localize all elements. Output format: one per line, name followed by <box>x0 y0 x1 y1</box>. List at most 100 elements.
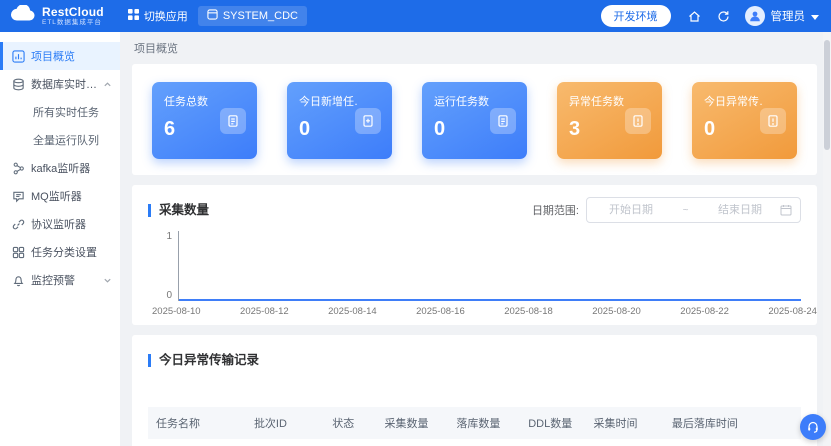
x-tick-label: 2025-08-18 <box>504 306 553 317</box>
scrollbar[interactable] <box>823 32 831 446</box>
chart-panel: 采集数量 日期范围: ~ 10 <box>132 185 817 325</box>
breadcrumb: 项目概览 <box>134 40 817 56</box>
start-date-input[interactable] <box>595 204 667 216</box>
stats-cards: 任务总数6 今日新增任…0 运行任务数0 异常任务数3 今日异常传…0 <box>152 82 797 159</box>
stat-label: 运行任务数 <box>434 93 492 109</box>
sidebar-item-db-realtime-tasks[interactable]: 数据库实时任务 <box>0 70 120 98</box>
sidebar-item-mq-listener[interactable]: MQ监听器 <box>0 182 120 210</box>
plot-area <box>178 231 801 301</box>
sidebar-item-full-run-queue[interactable]: 全量运行队列 <box>0 126 120 154</box>
column-header: 采集时间 <box>585 407 663 439</box>
category-grid-icon <box>12 246 25 259</box>
top-header: RestCloud ETL数据集成平台 切换应用 SYSTEM_CDC 开发环境 <box>0 0 831 32</box>
app-window-icon <box>207 9 218 23</box>
stats-panel: 任务总数6 今日新增任…0 运行任务数0 异常任务数3 今日异常传…0 <box>132 64 817 175</box>
stat-card: 任务总数6 <box>152 82 257 159</box>
records-table: 任务名称批次ID状态采集数量落库数量DDL数量采集时间最后落库时间 <box>148 407 801 446</box>
database-icon <box>12 78 25 91</box>
doc-alert-icon <box>760 108 786 134</box>
system-label: SYSTEM_CDC <box>223 10 298 22</box>
x-tick-label: 2025-08-10 <box>152 306 201 317</box>
floating-service-button[interactable] <box>800 414 826 440</box>
stat-card: 今日异常传…0 <box>692 82 797 159</box>
table-body <box>148 439 801 446</box>
column-header: 状态 <box>324 407 376 439</box>
chevron-down-icon <box>103 276 112 285</box>
refresh-icon[interactable] <box>716 9 731 24</box>
sidebar-item-label: 协议监听器 <box>31 216 86 232</box>
stat-label: 异常任务数 <box>569 93 627 109</box>
series-line <box>179 299 801 301</box>
x-tick-label: 2025-08-20 <box>592 306 641 317</box>
sidebar-item-protocol-listener[interactable]: 协议监听器 <box>0 210 120 238</box>
table-header-row: 任务名称批次ID状态采集数量落库数量DDL数量采集时间最后落库时间 <box>148 407 801 439</box>
column-header: 批次ID <box>246 407 324 439</box>
bell-icon <box>12 274 25 287</box>
sidebar-item-label: kafka监听器 <box>31 160 90 176</box>
x-tick-label: 2025-08-24 <box>768 306 817 317</box>
brand: RestCloud ETL数据集成平台 <box>10 5 104 27</box>
column-header: DDL数量 <box>520 407 585 439</box>
avatar <box>745 6 765 26</box>
line-chart: 10 2025-08-102025-08-122025-08-142025-08… <box>148 231 801 317</box>
table-panel-header: 今日异常传输记录 <box>148 347 801 373</box>
date-range-input[interactable]: ~ <box>586 197 801 223</box>
app-window: RestCloud ETL数据集成平台 切换应用 SYSTEM_CDC 开发环境 <box>0 0 831 446</box>
chart-panel-header: 采集数量 日期范围: ~ <box>148 197 801 223</box>
sidebar-item-label: 监控预警 <box>31 272 75 288</box>
grid-icon <box>128 9 139 23</box>
sidebar-item-label: 项目概览 <box>31 48 75 64</box>
sidebar: 项目概览 数据库实时任务 所有实时任务 全量运行队列 <box>0 32 120 446</box>
y-tick-label: 0 <box>166 290 172 301</box>
scrollbar-thumb[interactable] <box>824 40 830 150</box>
table-row <box>148 439 801 446</box>
date-range-picker: 日期范围: ~ <box>532 197 801 223</box>
doc-icon <box>220 108 246 134</box>
sidebar-item-label: 任务分类设置 <box>31 244 97 260</box>
switch-app-button[interactable]: 切换应用 <box>128 8 188 24</box>
stat-label: 任务总数 <box>164 93 222 109</box>
column-header: 落库数量 <box>448 407 520 439</box>
brand-subtitle: ETL数据集成平台 <box>42 20 104 27</box>
sidebar-item-label: 所有实时任务 <box>33 104 99 120</box>
table-panel-title: 今日异常传输记录 <box>148 354 259 367</box>
sidebar-item-project-overview[interactable]: 项目概览 <box>0 42 120 70</box>
stat-label: 今日新增任… <box>299 93 357 109</box>
column-header: 采集数量 <box>377 407 449 439</box>
sidebar-item-kafka-listener[interactable]: kafka监听器 <box>0 154 120 182</box>
stat-label: 今日异常传… <box>704 93 762 109</box>
sidebar-item-task-category-settings[interactable]: 任务分类设置 <box>0 238 120 266</box>
x-tick-label: 2025-08-22 <box>680 306 729 317</box>
y-axis: 10 <box>148 231 178 301</box>
end-date-input[interactable] <box>704 204 776 216</box>
home-icon[interactable] <box>687 9 702 24</box>
stat-card: 今日新增任…0 <box>287 82 392 159</box>
switch-app-label: 切换应用 <box>144 8 188 24</box>
user-menu[interactable]: 管理员 <box>745 6 820 26</box>
user-name: 管理员 <box>771 8 806 24</box>
message-icon <box>12 190 25 203</box>
x-axis-labels: 2025-08-102025-08-122025-08-142025-08-16… <box>178 301 801 317</box>
sidebar-item-label: 数据库实时任务 <box>31 76 97 92</box>
range-separator: ~ <box>667 205 704 216</box>
sidebar-item-all-realtime-tasks[interactable]: 所有实时任务 <box>0 98 120 126</box>
stat-card: 异常任务数3 <box>557 82 662 159</box>
doc-alert-icon <box>625 108 651 134</box>
chevron-down-icon <box>811 7 819 25</box>
kafka-icon <box>12 162 25 175</box>
chevron-up-icon <box>103 80 112 89</box>
link-icon <box>12 218 25 231</box>
x-tick-label: 2025-08-12 <box>240 306 289 317</box>
y-tick-label: 1 <box>166 231 172 242</box>
sidebar-item-monitor-alert[interactable]: 监控预警 <box>0 266 120 294</box>
chart-panel-title: 采集数量 <box>148 204 209 217</box>
column-header: 任务名称 <box>148 407 246 439</box>
brand-name: RestCloud <box>42 6 104 18</box>
system-cdc-tab[interactable]: SYSTEM_CDC <box>198 6 307 26</box>
calendar-icon <box>780 204 792 216</box>
env-button[interactable]: 开发环境 <box>601 5 671 27</box>
doc-icon <box>490 108 516 134</box>
cloud-logo-icon <box>10 5 36 27</box>
doc-plus-icon <box>355 108 381 134</box>
stat-card: 运行任务数0 <box>422 82 527 159</box>
